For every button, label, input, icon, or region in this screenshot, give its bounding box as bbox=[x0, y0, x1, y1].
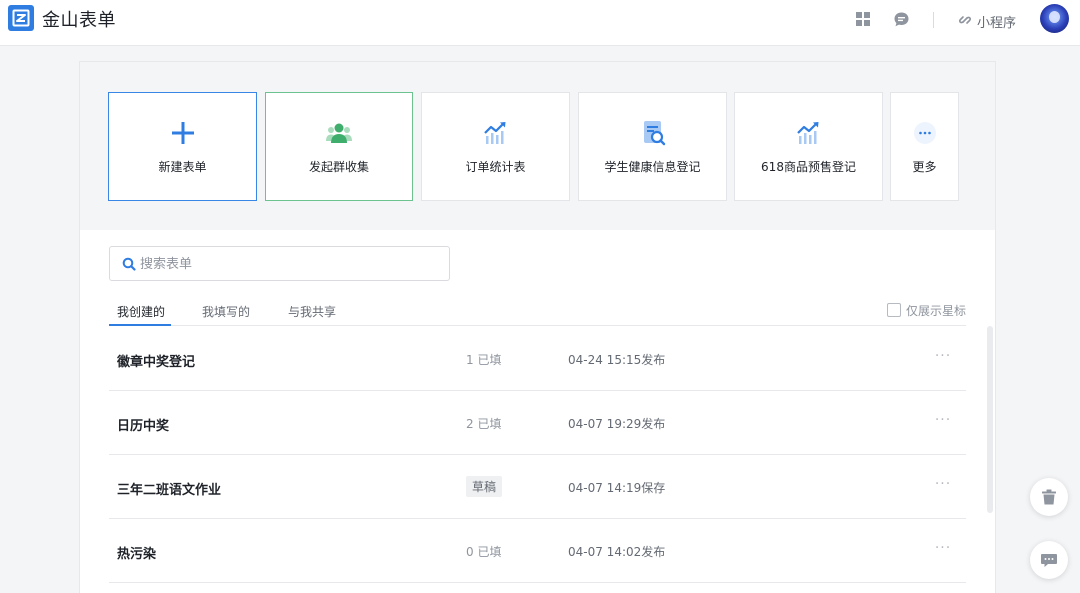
form-title[interactable]: 三年二班语文作业 bbox=[117, 479, 221, 498]
template-label: 618商品预售登记 bbox=[761, 160, 856, 174]
template-card-618-presale[interactable]: 618商品预售登记 bbox=[734, 92, 883, 201]
main-panel: 新建表单 发起群收集 订单统计表 学生健康信息登记 618商品预售登记 更多 搜… bbox=[79, 61, 996, 593]
group-icon bbox=[326, 123, 352, 143]
link-icon bbox=[959, 16, 971, 24]
header-divider bbox=[933, 12, 934, 28]
template-label: 学生健康信息登记 bbox=[604, 160, 701, 174]
template-card-new-form[interactable]: 新建表单 bbox=[108, 92, 257, 201]
plus-icon bbox=[171, 122, 194, 144]
form-time: 04-07 14:19保存 bbox=[568, 481, 666, 495]
form-row[interactable]: 热污染 0 已填 04-07 14:02发布 ··· bbox=[109, 519, 966, 583]
more-options-icon[interactable]: ··· bbox=[933, 476, 953, 494]
mini-program-label: 小程序 bbox=[977, 16, 1017, 31]
tab-bar: 我创建的 我填写的 与我共享 仅展示星标 bbox=[109, 300, 966, 326]
search-input[interactable] bbox=[140, 254, 430, 274]
form-time: 04-07 14:02发布 bbox=[568, 545, 666, 559]
chart-trend-icon bbox=[796, 122, 818, 144]
grid-icon[interactable] bbox=[855, 11, 873, 29]
list-scrollbar[interactable] bbox=[987, 326, 993, 513]
app-logo-icon[interactable] bbox=[8, 5, 34, 31]
star-only-label: 仅展示星标 bbox=[906, 304, 967, 318]
tab-my-created[interactable]: 我创建的 bbox=[117, 303, 165, 320]
draft-badge: 草稿 bbox=[466, 476, 503, 497]
template-label: 新建表单 bbox=[158, 160, 207, 174]
trash-button[interactable] bbox=[1030, 478, 1068, 516]
form-row[interactable]: 三年二班语文作业 草稿 04-07 14:19保存 ··· bbox=[109, 455, 966, 519]
feedback-button[interactable] bbox=[1030, 541, 1068, 579]
app-name: 金山表单 bbox=[42, 10, 116, 31]
template-card-student-health[interactable]: 学生健康信息登记 bbox=[578, 92, 727, 201]
template-card-more[interactable]: 更多 bbox=[890, 92, 959, 201]
template-label: 订单统计表 bbox=[465, 160, 526, 174]
form-title[interactable]: 热污染 bbox=[117, 543, 156, 562]
template-label: 更多 bbox=[912, 160, 937, 174]
template-label: 发起群收集 bbox=[308, 160, 369, 174]
form-title[interactable]: 徽章中奖登记 bbox=[117, 351, 195, 370]
form-search-icon bbox=[643, 121, 665, 146]
search-box[interactable] bbox=[109, 246, 450, 281]
trash-icon bbox=[1042, 489, 1056, 505]
more-options-icon[interactable]: ··· bbox=[933, 540, 953, 558]
message-icon[interactable] bbox=[893, 11, 911, 29]
form-row[interactable]: 徽章中奖登记 1 已填 04-24 15:15发布 ··· bbox=[109, 327, 966, 391]
template-card-order-stats[interactable]: 订单统计表 bbox=[421, 92, 570, 201]
tab-my-filled[interactable]: 我填写的 bbox=[202, 303, 250, 320]
star-only-checkbox[interactable] bbox=[887, 303, 901, 317]
form-fill-count: 2 已填 bbox=[466, 417, 502, 431]
template-band: 新建表单 发起群收集 订单统计表 学生健康信息登记 618商品预售登记 更多 bbox=[80, 62, 995, 230]
more-options-icon[interactable]: ··· bbox=[933, 348, 953, 366]
form-fill-count: 1 已填 bbox=[466, 353, 502, 367]
search-icon bbox=[122, 257, 136, 271]
feedback-icon bbox=[1041, 554, 1057, 567]
top-header: 金山表单 小程序 bbox=[0, 0, 1080, 46]
form-title[interactable]: 日历中奖 bbox=[117, 415, 169, 434]
user-avatar[interactable] bbox=[1040, 4, 1069, 33]
chart-trend-icon bbox=[483, 122, 505, 144]
active-tab-indicator bbox=[109, 324, 171, 326]
more-icon bbox=[913, 122, 936, 144]
form-fill-count: 0 已填 bbox=[466, 545, 502, 559]
form-time: 04-07 19:29发布 bbox=[568, 417, 666, 431]
form-row[interactable]: 日历中奖 2 已填 04-07 19:29发布 ··· bbox=[109, 391, 966, 455]
form-time: 04-24 15:15发布 bbox=[568, 353, 666, 367]
more-options-icon[interactable]: ··· bbox=[933, 412, 953, 430]
template-card-group-collect[interactable]: 发起群收集 bbox=[265, 92, 413, 201]
tab-shared-with-me[interactable]: 与我共享 bbox=[288, 303, 336, 320]
